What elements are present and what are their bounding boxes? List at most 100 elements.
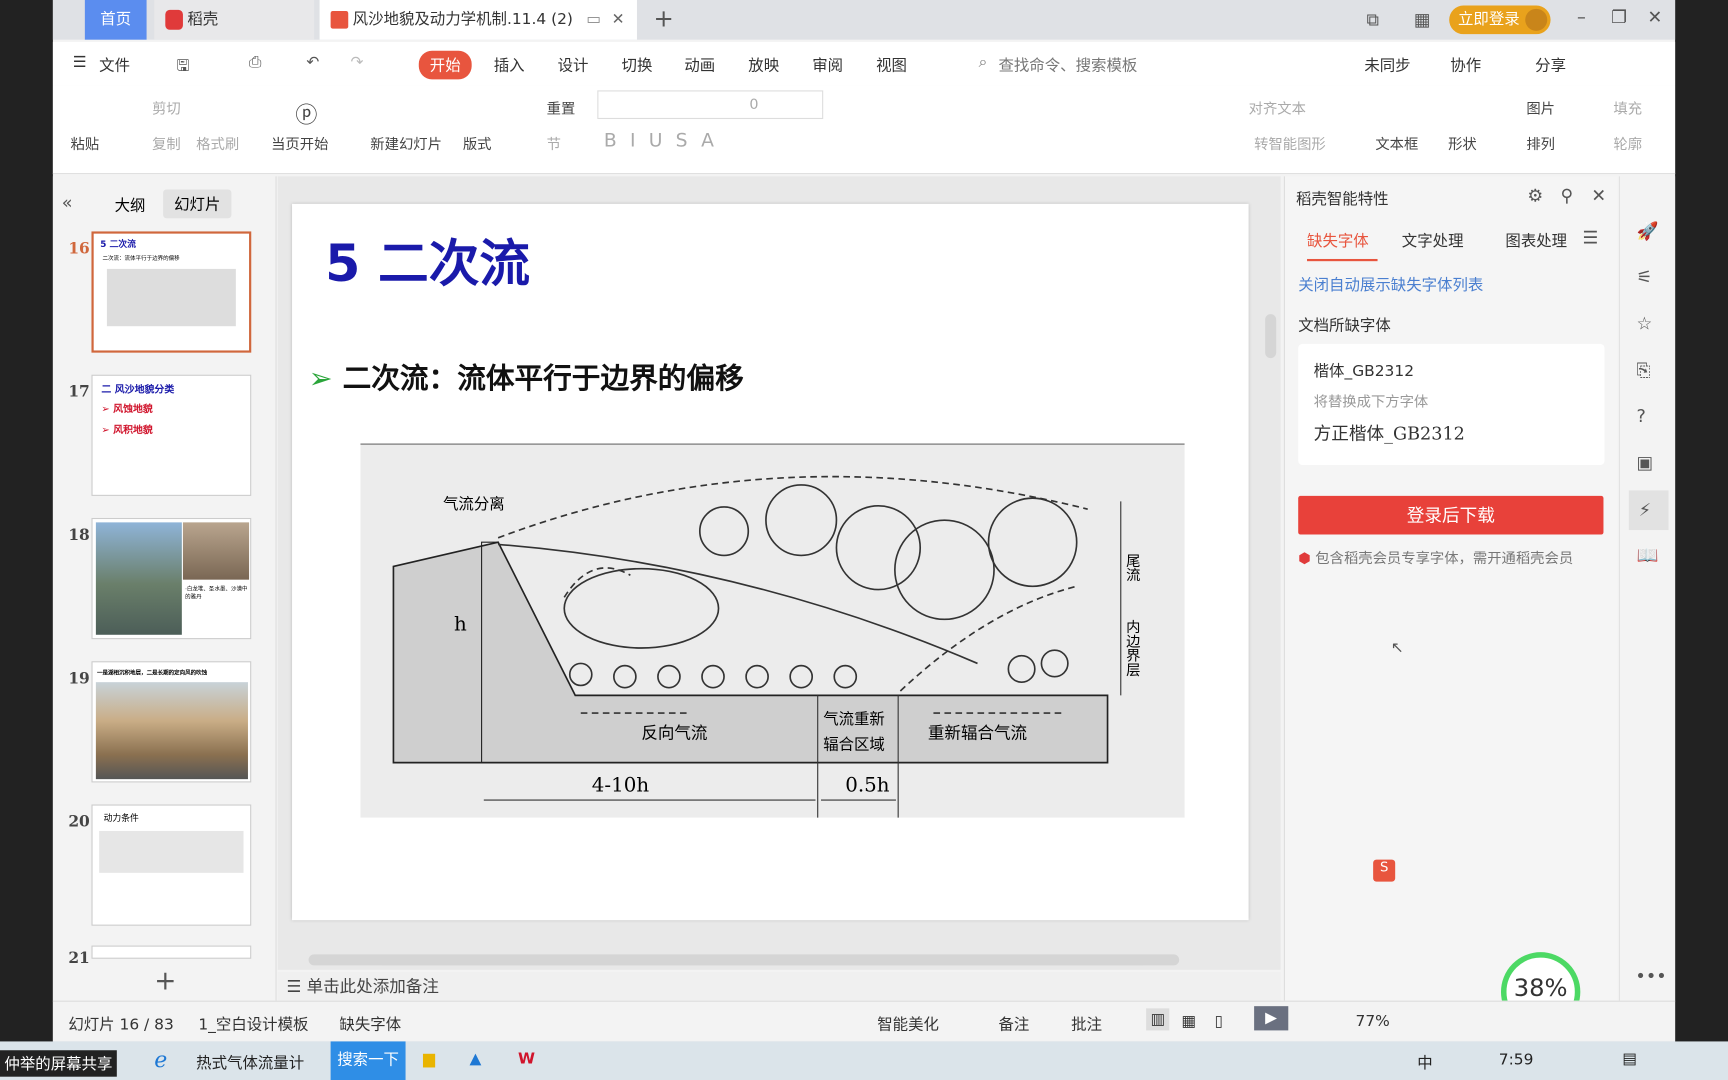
slide-thumb-20[interactable]: 动力条件 [91, 804, 252, 926]
slide-thumb-17[interactable]: 二 风沙地貌分类 ➢ 风蚀地貌 ➢ 风积地貌 [91, 374, 252, 496]
close-panel-icon[interactable]: ✕ [1591, 185, 1606, 206]
replace-icon[interactable]: ⎘ [1637, 359, 1651, 381]
clock[interactable]: 7:59 [1499, 1051, 1534, 1069]
menu-design[interactable]: 设计 [558, 54, 589, 76]
login-button[interactable]: 立即登录 [1449, 5, 1551, 35]
menu-start[interactable]: 开始 [418, 50, 472, 80]
slide-16[interactable]: 5 二次流 ➢ 二次流：流体平行于边界的偏移 气流分离 h 尾流 内边界层 反向… [292, 203, 1249, 921]
redo-icon[interactable]: ↷ [350, 54, 363, 72]
close-tab-icon[interactable]: ✕ [612, 0, 625, 40]
pin-icon[interactable]: ▭ [586, 0, 601, 40]
smart-feature-icon[interactable]: ⚡ [1628, 490, 1669, 531]
add-slide-icon[interactable]: + [154, 965, 176, 996]
normal-view-icon[interactable]: ▥ [1146, 1008, 1170, 1031]
reset-button[interactable]: 重置 [547, 97, 576, 118]
collapse-panel-icon[interactable]: « [62, 192, 73, 213]
image-edit-icon[interactable]: ▣ [1637, 452, 1654, 473]
tab-missing-fonts[interactable]: 缺失字体 [1307, 229, 1378, 262]
menu-view[interactable]: 视图 [876, 54, 907, 76]
notes-area[interactable]: ☰ 单击此处添加备注 [277, 971, 1281, 1001]
hamburger-icon[interactable]: ☰ [73, 54, 87, 72]
menu-file[interactable]: 文件 [99, 54, 130, 76]
layout-button[interactable]: 版式 [463, 132, 492, 154]
play-from-current-button[interactable]: 当页开始 [271, 132, 328, 154]
share-button[interactable]: 分享 [1535, 54, 1566, 76]
new-tab-icon[interactable]: + [654, 6, 674, 34]
more-icon[interactable]: ••• [1635, 965, 1666, 986]
beautify-button[interactable]: 智能美化 [877, 1013, 939, 1035]
panel-title[interactable]: 稻壳智能特性 [1296, 187, 1389, 209]
file-explorer-icon[interactable]: ▆ [423, 1050, 435, 1068]
more-menu-icon[interactable]: ☰ [1583, 227, 1599, 248]
text-format-icons[interactable]: BIUSA [604, 130, 727, 152]
vertical-scrollbar[interactable] [1265, 314, 1277, 359]
save-icon[interactable]: 🖫 [176, 54, 189, 80]
notification-icon[interactable]: ▤ [1622, 1050, 1637, 1068]
zoom-level[interactable]: 77% [1356, 1013, 1390, 1031]
ie-icon[interactable]: ℯ [154, 1046, 167, 1072]
tab-text-processing[interactable]: 文字处理 [1402, 229, 1464, 251]
slide-thumb-18[interactable]: ·白龙堆、圣水墨、沙漠中的雅丹 [91, 517, 252, 640]
textbox-button[interactable]: 文本框 [1375, 132, 1418, 154]
close-auto-show-link[interactable]: 关闭自动展示缺失字体列表 [1298, 273, 1483, 295]
copy-button[interactable]: 复制 [152, 132, 181, 154]
menu-review[interactable]: 审阅 [812, 54, 843, 76]
shape-button[interactable]: 形状 [1448, 132, 1477, 154]
wps-icon[interactable]: W [518, 1050, 535, 1068]
comment-button[interactable]: 批注 [1071, 1013, 1102, 1035]
sorter-view-icon[interactable]: ▦ [1181, 1013, 1196, 1031]
menu-animation[interactable]: 动画 [684, 54, 715, 76]
tab-outline[interactable]: 大纲 [115, 194, 146, 216]
tab-document[interactable]: 风沙地貌及动力学机制.11.4 (2) ▭ ✕ [319, 0, 637, 40]
tab-chart-processing[interactable]: 图表处理 [1505, 229, 1567, 251]
paste-button[interactable]: 粘贴 [71, 132, 100, 154]
tab-daoke[interactable]: 稻壳 [154, 0, 315, 40]
sync-status[interactable]: 未同步 [1364, 54, 1410, 76]
template-name[interactable]: 1_空白设计模板 [198, 1013, 308, 1035]
settings-icon[interactable]: ⚙ [1527, 185, 1543, 206]
slide-thumb-16[interactable]: 5 二次流 二次流：流体平行于边界的偏移 [91, 231, 252, 353]
photos-icon[interactable]: ▲ [469, 1050, 481, 1068]
rocket-icon[interactable]: 🚀 [1637, 220, 1659, 241]
smart-shape-button[interactable]: 转智能图形 [1254, 132, 1326, 154]
font-size-select[interactable]: 0 [749, 97, 758, 114]
horizontal-scrollbar[interactable] [308, 954, 1180, 966]
window-layout-icon[interactable]: ⧉ [1367, 9, 1380, 31]
cut-button[interactable]: 剪切 [152, 97, 181, 118]
font-name-select[interactable] [597, 90, 824, 120]
picture-button[interactable]: 图片 [1526, 97, 1555, 118]
minimize-icon[interactable]: – [1577, 7, 1586, 28]
notes-toggle[interactable]: 备注 [998, 1013, 1029, 1035]
format-painter-button[interactable]: 格式刷 [196, 132, 239, 154]
collab-button[interactable]: 协作 [1450, 54, 1481, 76]
tab-slides[interactable]: 幻灯片 [163, 189, 232, 219]
print-icon[interactable]: ⎙ [249, 54, 261, 72]
slider-settings-icon[interactable]: ⚟ [1637, 267, 1653, 288]
pin-panel-icon[interactable]: ⚲ [1560, 185, 1573, 206]
new-slide-button[interactable]: 新建幻灯片 [370, 132, 442, 154]
tab-home[interactable]: 首页 [84, 0, 147, 40]
command-search-input[interactable]: 查找命令、搜索模板 [998, 54, 1137, 76]
play-slideshow-button[interactable]: ▶ [1254, 1006, 1289, 1031]
help-icon[interactable]: ? [1637, 406, 1646, 427]
align-text-button[interactable]: 对齐文本 [1249, 97, 1306, 118]
book-search-icon[interactable]: 📖 [1637, 544, 1659, 565]
taskbar-ie-app[interactable]: 热式气体流量计 [196, 1051, 304, 1073]
menu-insert[interactable]: 插入 [494, 54, 525, 76]
star-icon[interactable]: ☆ [1637, 313, 1653, 334]
download-after-login-button[interactable]: 登录后下载 [1298, 495, 1604, 535]
restore-icon[interactable]: ❐ [1611, 7, 1627, 28]
menu-slideshow[interactable]: 放映 [748, 54, 779, 76]
taskbar-search[interactable]: 搜索一下 [330, 1041, 406, 1080]
slide-thumb-19[interactable]: 一是湖相沉积地层，二是长期的定向风的吹蚀 [91, 661, 252, 783]
slide-thumb-21[interactable] [91, 945, 252, 959]
section-button[interactable]: 节 [547, 132, 561, 154]
menu-transition[interactable]: 切换 [622, 54, 653, 76]
ime-indicator[interactable]: 中 [1417, 1051, 1432, 1073]
sogou-ime-icon[interactable]: S [1373, 859, 1396, 882]
apps-grid-icon[interactable]: ▦ [1414, 9, 1431, 30]
reading-view-icon[interactable]: ▯ [1214, 1013, 1223, 1031]
close-window-icon[interactable]: ✕ [1648, 7, 1663, 28]
outline-button[interactable]: 轮廓 [1613, 132, 1642, 154]
missing-font-status[interactable]: 缺失字体 [339, 1013, 401, 1035]
